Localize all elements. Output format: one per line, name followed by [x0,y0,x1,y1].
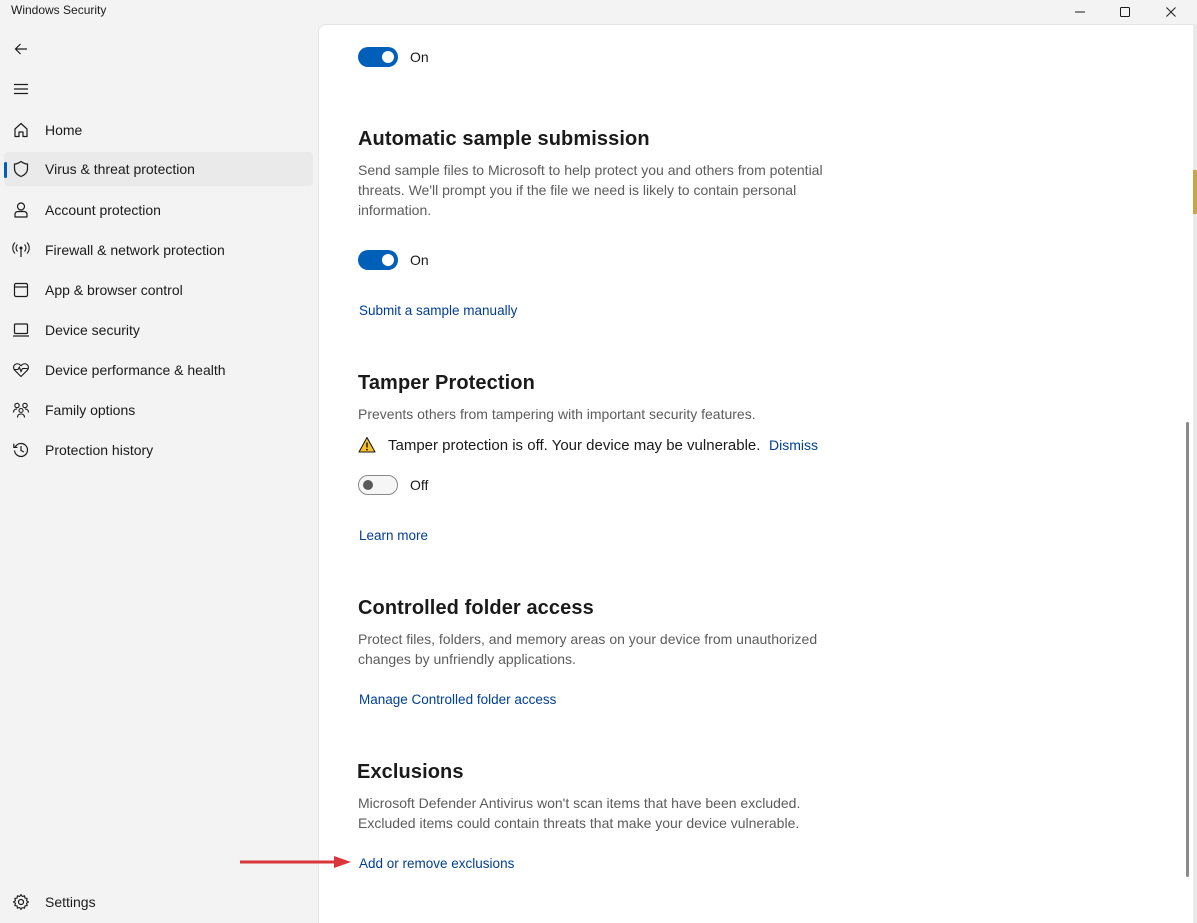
annotation-arrow-icon [240,856,351,868]
sidebar-item-home[interactable]: Home [4,113,313,147]
exclusions-description: Microsoft Defender Antivirus won't scan … [358,795,801,831]
add-remove-exclusions-link[interactable]: Add or remove exclusions [359,856,514,871]
sidebar-item-label: Family options [45,402,136,418]
maximize-icon [1120,7,1130,17]
person-icon [12,201,30,219]
maximize-button[interactable] [1102,0,1148,24]
gear-icon [12,893,30,911]
sidebar-item-label: Home [45,122,83,138]
sidebar-item-label: App & browser control [45,282,183,298]
title-bar: Windows Security [0,0,1197,24]
learn-more-link[interactable]: Learn more [359,528,428,543]
home-icon [12,121,30,139]
toggle-knob [382,254,394,266]
close-icon [1166,7,1176,17]
sidebar-item-family-options[interactable]: Family options [4,393,313,427]
sidebar-item-label: Protection history [45,442,154,458]
toggle-knob [363,480,373,490]
laptop-icon [12,321,30,339]
sidebar-item-label: Account protection [45,202,161,218]
content-pane: On Automatic sample submission Send samp… [318,24,1197,923]
sidebar: Home Virus & threat protection Account p… [0,24,318,923]
sample-submission-toggle[interactable] [358,250,398,270]
sidebar-item-settings[interactable]: Settings [4,885,313,919]
dismiss-link[interactable]: Dismiss [769,437,818,453]
background-window-edge [1193,24,1197,923]
menu-button[interactable] [6,74,36,104]
manage-controlled-folder-link[interactable]: Manage Controlled folder access [359,692,556,707]
minimize-icon [1075,11,1085,13]
exclusions-heading: Exclusions [357,761,464,783]
tamper-protection-description: Prevents others from tampering with impo… [358,406,756,422]
sidebar-item-virus-threat-protection[interactable]: Virus & threat protection [4,152,313,186]
submit-sample-link[interactable]: Submit a sample manually [359,303,517,318]
controlled-folder-description: Protect files, folders, and memory areas… [358,631,818,667]
sidebar-item-label: Virus & threat protection [45,161,195,177]
background-window-highlight [1193,170,1197,214]
toggle-state-label: Off [410,477,429,493]
history-icon [12,441,30,459]
heart-pulse-icon [12,361,30,379]
sidebar-item-app-browser-control[interactable]: App & browser control [4,273,313,307]
sample-submission-heading: Automatic sample submission [358,128,650,150]
sidebar-item-device-security[interactable]: Device security [4,313,313,347]
content-scrollbar[interactable] [1186,422,1189,877]
controlled-folder-heading: Controlled folder access [358,597,594,619]
shield-icon [12,160,30,178]
sidebar-item-protection-history[interactable]: Protection history [4,433,313,467]
sidebar-item-device-performance-health[interactable]: Device performance & health [4,353,313,387]
settings-label: Settings [45,894,96,910]
toggle-knob [382,51,394,63]
antenna-icon [12,241,30,259]
family-icon [12,401,30,419]
sidebar-item-label: Device performance & health [45,362,226,378]
minimize-button[interactable] [1057,0,1103,24]
tamper-protection-toggle[interactable] [358,475,398,495]
sidebar-item-firewall-network[interactable]: Firewall & network protection [4,233,313,267]
toggle-state-label: On [410,252,429,268]
hamburger-menu-icon [14,83,28,95]
sample-submission-description: Send sample files to Microsoft to help p… [358,162,823,218]
back-button[interactable] [6,34,36,64]
sidebar-item-account-protection[interactable]: Account protection [4,193,313,227]
warning-text: Tamper protection is off. Your device ma… [388,436,761,454]
selection-indicator [4,162,7,178]
sidebar-item-label: Device security [45,322,140,338]
windows-security-app: Windows Security Home Virus & threat pro… [0,0,1197,923]
tamper-warning: Tamper protection is off. Your device ma… [358,435,818,455]
close-button[interactable] [1148,0,1194,24]
toggle-state-label: On [410,49,429,65]
warning-icon [358,436,376,453]
app-window-icon [12,281,30,299]
window-title: Windows Security [11,3,107,17]
tamper-protection-heading: Tamper Protection [358,372,535,394]
back-arrow-icon [14,43,27,55]
cloud-protection-toggle[interactable] [358,47,398,67]
sidebar-item-label: Firewall & network protection [45,242,225,258]
